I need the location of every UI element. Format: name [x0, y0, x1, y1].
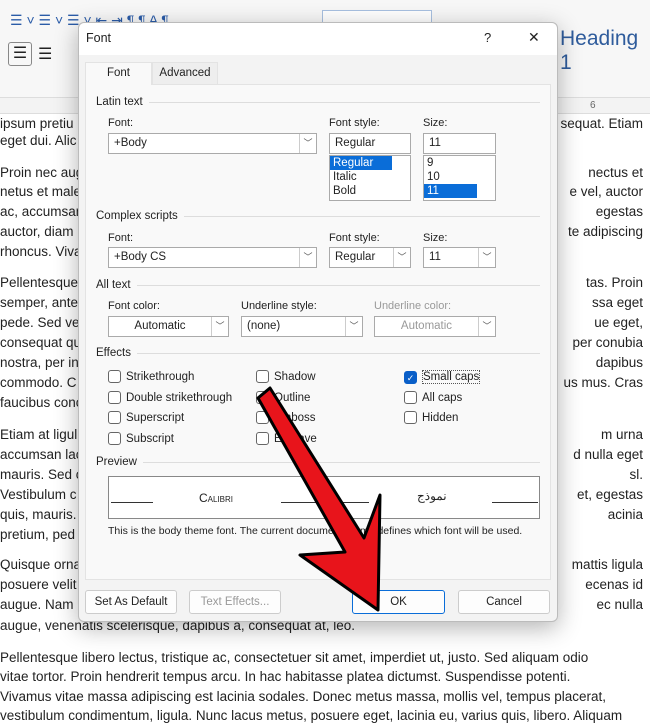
- tab-font[interactable]: Font: [85, 62, 152, 85]
- red-arrow-annotation: [256, 386, 382, 612]
